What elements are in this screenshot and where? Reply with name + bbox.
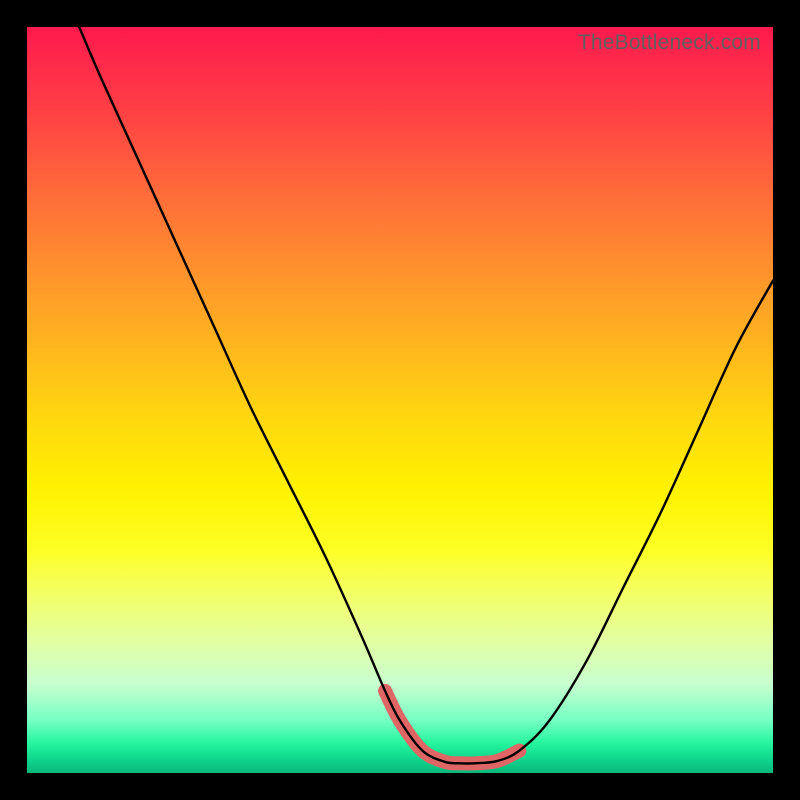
bottleneck-curve-path [79, 27, 773, 764]
plot-area: TheBottleneck.com [27, 27, 773, 773]
chart-frame: TheBottleneck.com [0, 0, 800, 800]
chart-svg [27, 27, 773, 773]
